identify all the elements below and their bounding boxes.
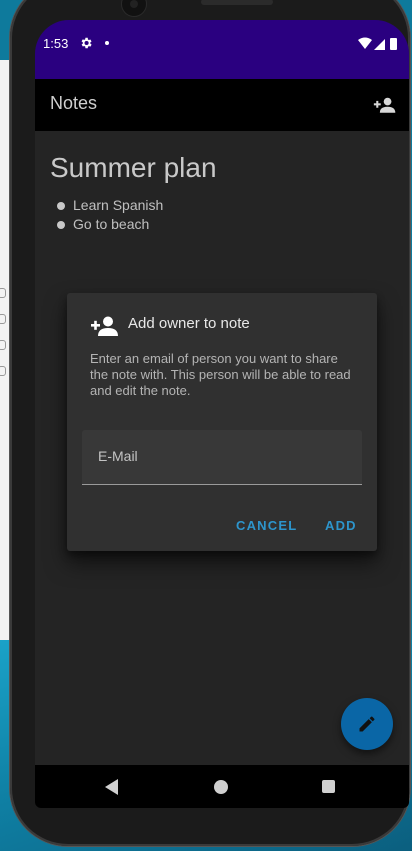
bullet-icon: [57, 202, 65, 210]
list-item-text: Learn Spanish: [73, 197, 164, 213]
app-title: Notes: [50, 93, 98, 113]
dialog-message: Enter an email of person you want to sha…: [90, 351, 351, 398]
add-button[interactable]: ADD: [325, 518, 357, 533]
status-icons: [358, 37, 397, 50]
cancel-button[interactable]: CANCEL: [236, 518, 297, 533]
front-camera: [121, 0, 147, 17]
signal-icon: [374, 39, 385, 50]
list-item: Learn Spanish: [57, 196, 163, 215]
earpiece-speaker: [201, 0, 273, 5]
list-item: Go to beach: [57, 215, 163, 234]
phone-frame: 1:53 Notes Summer plan Learn Spanish Go …: [10, 0, 410, 846]
note-checklist: Learn Spanish Go to beach: [57, 196, 163, 234]
email-field-placeholder: E-Mail: [98, 448, 138, 464]
wifi-icon: [358, 37, 372, 49]
gear-icon: [81, 37, 92, 49]
background-mark: [0, 288, 6, 298]
navigation-bar: [35, 765, 409, 808]
phone-screen: 1:53 Notes Summer plan Learn Spanish Go …: [35, 20, 409, 808]
email-field[interactable]: E-Mail: [82, 430, 362, 485]
edit-note-button[interactable]: [341, 698, 393, 750]
bullet-icon: [57, 221, 65, 229]
note-title: Summer plan: [50, 152, 217, 183]
status-time: 1:53: [43, 36, 69, 51]
home-icon[interactable]: [214, 780, 228, 794]
background-mark: [0, 366, 6, 376]
back-icon[interactable]: [105, 779, 119, 795]
person-add-icon: [91, 316, 118, 336]
status-bar: 1:53: [35, 20, 409, 79]
dialog-title: Add owner to note: [128, 315, 250, 332]
recent-apps-icon[interactable]: [322, 780, 335, 793]
pencil-icon: [359, 716, 375, 732]
app-bar: Notes: [35, 79, 409, 131]
person-add-icon[interactable]: [373, 96, 397, 114]
notification-dot: [105, 41, 109, 45]
add-owner-dialog: Add owner to note Enter an email of pers…: [67, 293, 377, 551]
battery-icon: [390, 38, 397, 50]
list-item-text: Go to beach: [73, 216, 150, 232]
background-mark: [0, 340, 6, 350]
background-mark: [0, 314, 6, 324]
